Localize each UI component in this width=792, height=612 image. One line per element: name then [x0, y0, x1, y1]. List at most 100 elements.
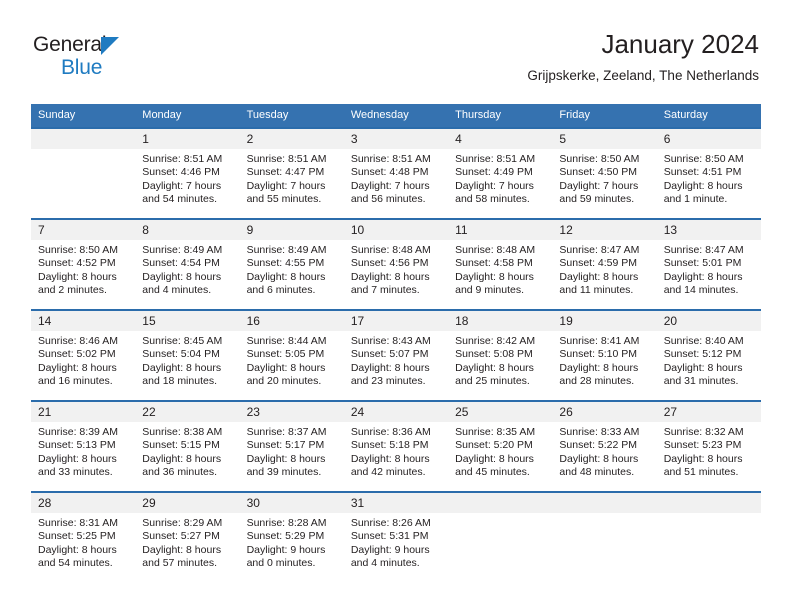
day-cell[interactable]: Sunrise: 8:43 AM Sunset: 5:07 PM Daylight:…	[343, 331, 449, 401]
day-number[interactable]: 21	[31, 400, 136, 422]
sunset-text: Sunset: 5:23 PM	[663, 439, 742, 452]
day-number[interactable]: 17	[343, 309, 449, 331]
day-number[interactable]: 7	[31, 218, 136, 240]
day-cell[interactable]: Sunrise: 8:47 AM Sunset: 4:59 PM Daylight:…	[552, 240, 657, 310]
day-cell[interactable]: Sunrise: 8:41 AM Sunset: 5:10 PM Daylight:…	[552, 331, 657, 401]
daylight-text: Daylight: 7 hours	[455, 179, 534, 192]
day-cell[interactable]: Sunrise: 8:44 AM Sunset: 5:05 PM Daylight:…	[239, 331, 344, 401]
day-cell[interactable]: Sunrise: 8:49 AM Sunset: 4:55 PM Daylight:…	[239, 240, 344, 310]
day-cell[interactable]: Sunrise: 8:37 AM Sunset: 5:17 PM Daylight:…	[239, 422, 344, 492]
sunset-text: Sunset: 5:25 PM	[38, 530, 116, 543]
day-number[interactable]: 15	[135, 309, 240, 331]
day-number[interactable]: 22	[135, 400, 240, 422]
day-cell[interactable]: Sunrise: 8:33 AM Sunset: 5:22 PM Daylight:…	[552, 422, 657, 492]
sunrise-text: Sunrise: 8:50 AM	[663, 153, 744, 165]
day-cell[interactable]: Sunrise: 8:50 AM Sunset: 4:50 PM Daylight:…	[552, 149, 657, 219]
day-number[interactable]: 14	[31, 309, 136, 331]
daylight-text: and 18 minutes.	[142, 375, 217, 388]
day-number[interactable]: 30	[239, 491, 344, 513]
week-daynumber-row: 28 29 30 31	[31, 491, 761, 513]
day-number[interactable]: 3	[343, 127, 449, 149]
sunrise-text: Sunrise: 8:47 AM	[663, 244, 744, 256]
day-cell[interactable]: Sunrise: 8:32 AM Sunset: 5:23 PM Daylight:…	[656, 422, 761, 492]
day-cell[interactable]: Sunrise: 8:47 AM Sunset: 5:01 PM Daylight:…	[656, 240, 761, 310]
sunset-text: Sunset: 4:58 PM	[455, 257, 533, 270]
day-cell[interactable]: Sunrise: 8:26 AM Sunset: 5:31 PM Daylight:…	[343, 513, 449, 583]
sunrise-text: Sunrise: 8:50 AM	[559, 153, 640, 165]
daylight-text: Daylight: 8 hours	[455, 361, 534, 374]
sunrise-text: Sunrise: 8:49 AM	[246, 244, 327, 256]
day-number[interactable]: 31	[343, 491, 449, 513]
generalblue-logo: General Blue	[33, 34, 183, 80]
day-cell[interactable]: Sunrise: 8:29 AM Sunset: 5:27 PM Daylight:…	[135, 513, 240, 583]
page-title: January 2024	[601, 29, 759, 59]
sunrise-text: Sunrise: 8:31 AM	[38, 517, 118, 529]
day-cell-empty	[31, 149, 136, 219]
day-cell[interactable]: Sunrise: 8:50 AM Sunset: 4:52 PM Daylight:…	[31, 240, 136, 310]
day-number[interactable]: 13	[656, 218, 761, 240]
sunset-text: Sunset: 5:01 PM	[663, 257, 742, 270]
day-number[interactable]: 9	[239, 218, 344, 240]
day-number[interactable]: 4	[448, 127, 553, 149]
day-number[interactable]: 24	[343, 400, 449, 422]
daylight-text: Daylight: 8 hours	[246, 452, 326, 465]
page-subtitle: Grijpskerke, Zeeland, The Netherlands	[527, 68, 759, 83]
day-number[interactable]: 16	[239, 309, 344, 331]
day-number[interactable]: 25	[448, 400, 553, 422]
logo-text-blue: Blue	[61, 56, 103, 79]
day-cell[interactable]: Sunrise: 8:31 AM Sunset: 5:25 PM Daylight:…	[31, 513, 136, 583]
day-number[interactable]: 11	[448, 218, 553, 240]
day-cell[interactable]: Sunrise: 8:36 AM Sunset: 5:18 PM Daylight:…	[343, 422, 449, 492]
daylight-text: and 11 minutes.	[559, 284, 634, 297]
daylight-text: and 23 minutes.	[350, 375, 426, 388]
daylight-text: and 59 minutes.	[559, 193, 635, 206]
day-cell[interactable]: Sunrise: 8:38 AM Sunset: 5:15 PM Daylight:…	[135, 422, 240, 492]
day-cell[interactable]: Sunrise: 8:51 AM Sunset: 4:46 PM Daylight:…	[135, 149, 240, 219]
day-cell[interactable]: Sunrise: 8:45 AM Sunset: 5:04 PM Daylight:…	[135, 331, 240, 401]
week-daynumber-row: 21 22 23 24 25 26 27	[31, 400, 761, 422]
day-number[interactable]: 19	[552, 309, 657, 331]
day-cell[interactable]: Sunrise: 8:51 AM Sunset: 4:47 PM Daylight:…	[239, 149, 344, 219]
day-cell[interactable]: Sunrise: 8:28 AM Sunset: 5:29 PM Daylight:…	[239, 513, 344, 583]
sunset-text: Sunset: 5:22 PM	[559, 439, 638, 452]
sunset-text: Sunset: 4:55 PM	[246, 257, 325, 270]
day-number[interactable]: 20	[656, 309, 761, 331]
day-number[interactable]: 10	[343, 218, 449, 240]
daylight-text: Daylight: 8 hours	[455, 270, 534, 283]
day-cell[interactable]: Sunrise: 8:40 AM Sunset: 5:12 PM Daylight:…	[656, 331, 761, 401]
day-number[interactable]: 18	[448, 309, 553, 331]
day-number[interactable]: 6	[656, 127, 761, 149]
sunset-text: Sunset: 5:29 PM	[246, 530, 325, 543]
day-cell[interactable]: Sunrise: 8:49 AM Sunset: 4:54 PM Daylight:…	[135, 240, 240, 310]
daylight-text: Daylight: 8 hours	[38, 270, 117, 283]
day-number[interactable]: 5	[552, 127, 657, 149]
day-number[interactable]: 28	[31, 491, 136, 513]
sunset-text: Sunset: 5:05 PM	[246, 348, 325, 361]
day-number[interactable]: 23	[239, 400, 344, 422]
weekday-header-saturday: Saturday	[656, 104, 761, 128]
sunrise-text: Sunrise: 8:48 AM	[455, 244, 536, 256]
daylight-text: Daylight: 8 hours	[142, 543, 222, 556]
day-cell[interactable]: Sunrise: 8:51 AM Sunset: 4:49 PM Daylight:…	[448, 149, 553, 219]
day-cell[interactable]: Sunrise: 8:48 AM Sunset: 4:58 PM Daylight:…	[448, 240, 553, 310]
daylight-text: and 39 minutes.	[246, 466, 322, 479]
day-number[interactable]: 26	[552, 400, 657, 422]
day-number[interactable]: 2	[239, 127, 344, 149]
day-number[interactable]: 27	[656, 400, 761, 422]
day-cell[interactable]: Sunrise: 8:48 AM Sunset: 4:56 PM Daylight:…	[343, 240, 449, 310]
day-cell[interactable]: Sunrise: 8:42 AM Sunset: 5:08 PM Daylight:…	[448, 331, 553, 401]
daylight-text: and 20 minutes.	[246, 375, 322, 388]
day-cell[interactable]: Sunrise: 8:35 AM Sunset: 5:20 PM Daylight:…	[448, 422, 553, 492]
day-cell[interactable]: Sunrise: 8:50 AM Sunset: 4:51 PM Daylight:…	[656, 149, 761, 219]
daylight-text: and 45 minutes.	[455, 466, 530, 479]
sunset-text: Sunset: 5:17 PM	[246, 439, 325, 452]
day-cell[interactable]: Sunrise: 8:39 AM Sunset: 5:13 PM Daylight:…	[31, 422, 136, 492]
week-detail-row: Sunrise: 8:31 AM Sunset: 5:25 PM Daylight:…	[31, 513, 761, 583]
day-number[interactable]: 12	[552, 218, 657, 240]
day-number[interactable]: 8	[135, 218, 240, 240]
day-number[interactable]: 29	[135, 491, 240, 513]
daylight-text: and 1 minute.	[663, 193, 728, 206]
day-cell[interactable]: Sunrise: 8:51 AM Sunset: 4:48 PM Daylight:…	[343, 149, 449, 219]
day-cell[interactable]: Sunrise: 8:46 AM Sunset: 5:02 PM Daylight:…	[31, 331, 136, 401]
day-number[interactable]: 1	[135, 127, 240, 149]
